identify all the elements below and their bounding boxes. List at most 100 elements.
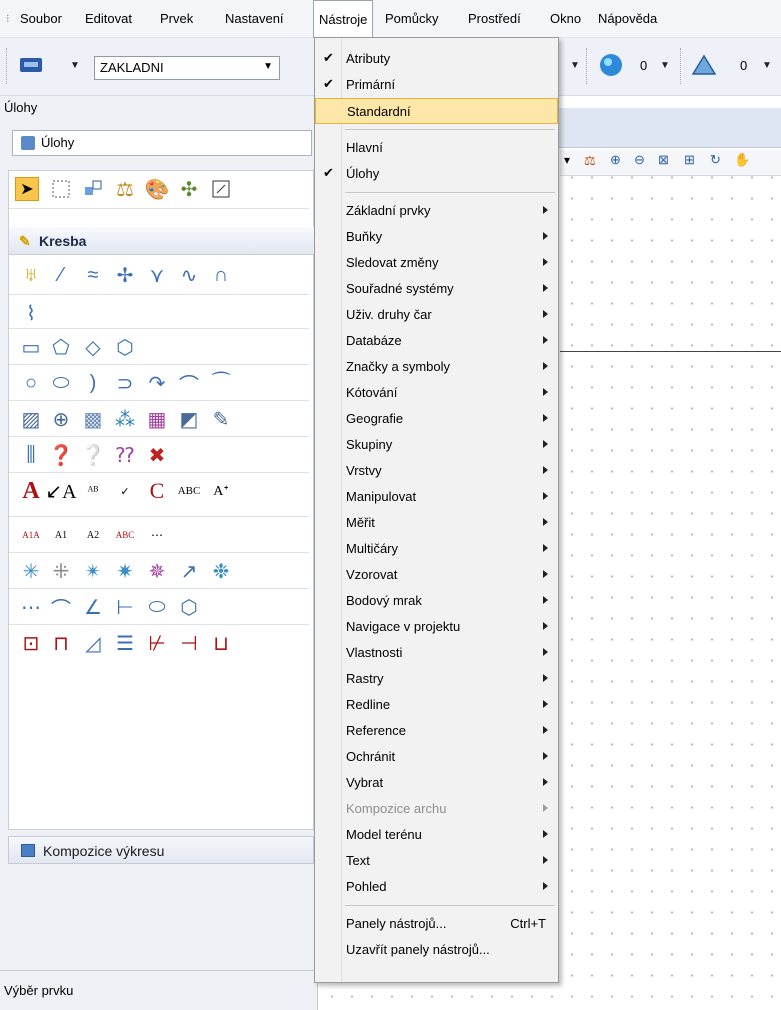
zoom-out-icon[interactable]: ⊖ [634,152,645,168]
arc-modify-icon[interactable]: ⊃ [113,371,137,395]
regular-polygon-icon[interactable]: ⬡ [113,335,137,359]
menu-nastaveni[interactable]: Nastavení [225,11,284,26]
drop-icon[interactable]: ✖ [145,443,169,467]
menu-editovat[interactable]: Editovat [85,11,132,26]
menu-item-tools-9[interactable]: Skupiny [315,432,558,458]
tasks-combo[interactable]: Úlohy [12,130,312,156]
menu-item-tools-15[interactable]: Bodový mrak [315,588,558,614]
arc-icon[interactable]: ) [81,371,105,395]
menu-prostredi[interactable]: Prostředí [468,11,521,26]
text-increment-icon[interactable]: Aᐩ [209,479,233,503]
arc-center-icon[interactable]: ⌒ [177,371,201,397]
zoom-in-icon[interactable]: ⊕ [610,152,621,168]
cell-place-icon[interactable]: ✳ [19,559,43,583]
section-kompozice[interactable]: Kompozice výkresu [8,836,314,864]
dimension-linear-icon[interactable]: ⊓ [49,631,73,655]
menu-item-tools-16[interactable]: Navigace v projektu [315,614,558,640]
cell-matrix-icon[interactable]: ⁜ [49,559,73,583]
arc-tangent-icon[interactable]: ⁀ [209,371,233,395]
menu-item-tools-20[interactable]: Reference [315,718,558,744]
dimension-angle-icon[interactable]: ◿ [81,631,105,655]
menu-item-tools-11[interactable]: Manipulovat [315,484,558,510]
section-kresba[interactable]: ✎ Kresba [9,227,315,255]
menu-item-tools-22[interactable]: Vybrat [315,770,558,796]
crosshatch-icon[interactable]: ⊕ [49,407,73,431]
menu-pomucky[interactable]: Pomůcky [385,11,438,26]
chevron-down-icon[interactable]: ▼ [660,60,670,71]
menu-item-tools-18[interactable]: Rastry [315,666,558,692]
chevron-down-icon[interactable]: ▼ [570,60,580,71]
update-view-icon[interactable]: ⚖ [584,153,596,169]
menu-item-tools-2[interactable]: Sledovat změny [315,250,558,276]
select-arrow-icon[interactable]: ➤ [15,177,39,201]
menu-item-toolboxes-1[interactable]: Uzavřít panely nástrojů... [315,937,558,963]
fence-icon[interactable] [49,177,73,201]
query-icon[interactable]: ❓ [49,443,74,467]
menu-item-tools-17[interactable]: Vlastnosti [315,640,558,666]
menu-item-tools-26[interactable]: Pohled [315,874,558,900]
level-combo[interactable]: ZAKLADNI ▼ [94,56,280,80]
point-icon[interactable]: ✢ [113,263,137,287]
menu-soubor[interactable]: Soubor [20,11,62,26]
text-place-icon[interactable]: A [19,478,43,504]
ellipse-icon[interactable]: ⬭ [49,371,73,395]
menu-item-view-1[interactable]: ✔ Úlohy [315,161,558,187]
cell-origin-icon[interactable]: ✷ [113,559,137,583]
menu-item-toolbar-1[interactable]: ✔ Primární [315,72,558,98]
menu-item-tools-5[interactable]: Databáze [315,328,558,354]
query2-icon[interactable]: ❔ [81,443,106,467]
measure-volume-icon[interactable]: ⬡ [177,595,201,619]
text-edit-icon[interactable]: ᴬᴮ [81,479,105,503]
window-area-icon[interactable]: ⊠ [658,152,669,168]
menu-item-tools-7[interactable]: Kótování [315,380,558,406]
color-globe-icon[interactable] [598,52,624,81]
menu-item-tools-0[interactable]: Základní prvky [315,198,558,224]
measure-area-icon[interactable]: ⬭ [145,595,169,619]
text-increment-enter-icon[interactable]: ABC [113,523,137,547]
measure-length-icon[interactable]: ⊢ [113,595,137,619]
dimension-update-icon[interactable]: ⊣ [177,631,201,655]
edit-pattern-icon[interactable]: ✎ [209,407,233,431]
view-title-bar[interactable] [555,108,781,148]
menu-item-tools-12[interactable]: Měřit [315,510,558,536]
cell-icon[interactable] [81,177,105,201]
measure-radius-icon[interactable]: ⌒ [49,595,73,621]
curve-icon[interactable]: ∿ [177,263,201,287]
palette-icon[interactable]: 🎨 [145,177,170,201]
area-icon[interactable]: ◩ [177,407,201,431]
spell-check-icon[interactable]: ✓ [113,479,137,503]
dimension-element-icon[interactable]: ⊡ [19,631,43,655]
arc-3point-icon[interactable]: ↷ [145,371,169,395]
text-copy-enter-icon[interactable]: A2 [81,523,105,547]
menu-item-tools-24[interactable]: Model terénu [315,822,558,848]
text-find-icon[interactable]: ABC [177,479,201,503]
delete-pattern-icon[interactable]: ⁂ [113,407,137,431]
attribute-icon[interactable]: ⚖ [113,177,137,201]
dimension-change-icon[interactable]: ⊔ [209,631,233,655]
toolbar-grip[interactable] [6,48,8,84]
chevron-down-icon[interactable]: ▼ [762,60,772,71]
cell-define-icon[interactable]: ❉ [209,559,233,583]
menu-napoveda[interactable]: Nápověda [598,11,657,26]
pattern-icon[interactable]: ▩ [81,407,105,431]
measure-distance-icon[interactable]: ⋯ [19,595,43,619]
menu-okno[interactable]: Okno [550,11,581,26]
text-note-icon[interactable]: ↙A [45,479,76,503]
fit-view-icon[interactable]: ⊞ [684,152,695,168]
group-icon[interactable]: ⫼ [19,443,43,467]
menu-item-view-0[interactable]: Hlavní [315,135,558,161]
cell-identify-icon[interactable]: ✵ [145,559,169,583]
query3-icon[interactable]: ⁇ [113,443,137,467]
circle-icon[interactable]: ○ [19,371,43,395]
line-icon[interactable]: ⁄ [49,263,73,287]
spline-icon[interactable]: ∩ [209,263,233,287]
smartline-icon[interactable]: ♅ [19,263,43,287]
polygon-icon[interactable]: ⬠ [49,335,73,359]
menu-item-toolbar-2[interactable]: Standardní [315,98,558,124]
menu-item-tools-1[interactable]: Buňky [315,224,558,250]
menu-item-tools-3[interactable]: Souřadné systémy [315,276,558,302]
dimension-radial-icon[interactable]: ⊬ [145,631,169,655]
menu-item-tools-10[interactable]: Vrstvy [315,458,558,484]
menu-item-toolboxes-0[interactable]: Panely nástrojů... Ctrl+T [315,911,558,937]
menu-item-tools-21[interactable]: Ochránit [315,744,558,770]
